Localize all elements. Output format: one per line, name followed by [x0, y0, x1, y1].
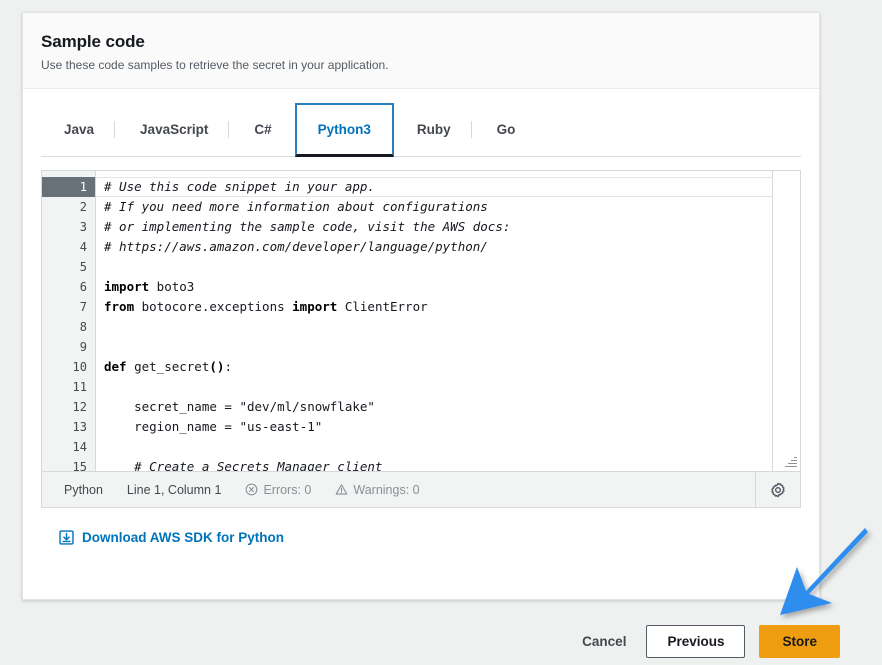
code-token: import	[292, 299, 338, 314]
resize-handle-icon[interactable]	[783, 455, 797, 469]
download-row: Download AWS SDK for Python	[41, 508, 801, 565]
code-token: ClientError	[337, 299, 428, 314]
code-editor-viewport[interactable]: 1 2 3 4 5 6 7 8 9 10 11 12 13 14 15 # Use this code sn…	[42, 171, 800, 471]
status-bar-left: Python Line 1, Column 1 Errors: 0 Warnin…	[42, 483, 755, 497]
code-token: # https://aws.amazon.com/developer/langu…	[104, 239, 488, 254]
tab-separator	[470, 121, 472, 138]
line-number: 1	[42, 177, 95, 197]
line-number: 8	[79, 320, 87, 334]
line-number-gutter: 1 2 3 4 5 6 7 8 9 10 11 12 13 14 15	[42, 171, 96, 471]
tab-separator	[114, 121, 116, 138]
code-line: # Use this code snippet in your app.	[96, 177, 800, 197]
code-token: boto3	[149, 279, 195, 294]
code-token: # Use this code snippet in your app.	[104, 179, 375, 194]
tab-python3[interactable]: Python3	[294, 103, 394, 157]
code-token: # or implementing the sample code, visit…	[104, 219, 511, 234]
line-number: 13	[72, 420, 87, 434]
editor-settings-button[interactable]	[755, 472, 800, 507]
code-line: import boto3	[96, 277, 800, 297]
code-token: secret_name =	[104, 399, 240, 414]
code-token: def	[104, 359, 127, 374]
line-number: 15	[72, 460, 87, 471]
tab-label: Go	[496, 122, 516, 137]
line-number: 6	[79, 280, 87, 294]
language-tabs: Java JavaScript C# Python3 Ruby Go	[41, 103, 801, 157]
download-sdk-link[interactable]: Download AWS SDK for Python	[59, 530, 284, 545]
tab-label: C#	[254, 122, 272, 137]
status-warnings-label: Warnings: 0	[353, 482, 420, 497]
vertical-scrollbar[interactable]	[772, 171, 800, 471]
line-number: 3	[79, 220, 87, 234]
code-token: "us-east-1"	[239, 419, 323, 434]
tab-label: Java	[64, 122, 95, 137]
code-line: # https://aws.amazon.com/developer/langu…	[96, 237, 800, 257]
status-warnings: Warnings: 0	[335, 482, 420, 497]
code-line: # Create a Secrets Manager client	[96, 457, 800, 471]
line-number: 7	[79, 300, 87, 314]
status-errors-label: Errors: 0	[263, 482, 312, 497]
line-number: 12	[72, 400, 87, 414]
code-token: region_name =	[104, 419, 240, 434]
cancel-button[interactable]: Cancel	[576, 626, 632, 657]
line-number: 2	[79, 200, 87, 214]
code-line: def get_secret():	[96, 357, 800, 377]
tab-separator	[228, 121, 230, 138]
code-text-area[interactable]: # Use this code snippet in your app. # If…	[96, 171, 800, 471]
gear-icon	[769, 481, 787, 499]
code-token: botocore.exceptions	[134, 299, 293, 314]
page-subtitle: Use these code samples to retrieve the s…	[41, 58, 389, 72]
code-token: import	[104, 279, 150, 294]
sample-code-card: Sample code Use these code samples to re…	[22, 12, 820, 600]
tab-c-[interactable]: C#	[231, 103, 294, 156]
code-token: # Create a Secrets Manager client	[104, 459, 383, 471]
code-line: from botocore.exceptions import ClientEr…	[96, 297, 800, 317]
line-number: 10	[72, 360, 87, 374]
line-number: 14	[72, 440, 87, 454]
tab-label: Ruby	[416, 122, 451, 137]
code-token: # If you need more information about con…	[104, 199, 488, 214]
card-body: Java JavaScript C# Python3 Ruby Go 1234567891…	[23, 89, 819, 565]
code-line: region_name = "us-east-1"	[96, 417, 800, 437]
tab-javascript[interactable]: JavaScript	[117, 103, 231, 156]
status-errors: Errors: 0	[245, 483, 311, 497]
line-number: 5	[79, 260, 87, 274]
code-editor: 1 2 3 4 5 6 7 8 9 10 11 12 13 14 15 # Use this code sn…	[41, 170, 801, 508]
line-number: 9	[79, 340, 87, 354]
tab-ruby[interactable]: Ruby	[394, 103, 474, 156]
tab-label: Python3	[317, 122, 371, 137]
page-title: Sample code	[41, 32, 145, 51]
code-line: # or implementing the sample code, visit…	[96, 217, 800, 237]
tab-go[interactable]: Go	[474, 103, 539, 156]
code-line: # If you need more information about con…	[96, 197, 800, 217]
code-token: get_secret	[126, 359, 210, 374]
download-sdk-label: Download AWS SDK for Python	[82, 530, 284, 545]
code-token: :	[224, 359, 232, 374]
code-token: "dev/ml/snowflake"	[239, 399, 375, 414]
previous-button[interactable]: Previous	[646, 624, 746, 658]
line-number: 4	[79, 240, 87, 254]
editor-status-bar: Python Line 1, Column 1 Errors: 0 Warnin…	[42, 471, 800, 507]
warning-triangle-icon	[335, 483, 348, 496]
wizard-footer: Cancel Previous Store	[0, 618, 882, 664]
tab-label: JavaScript	[140, 122, 209, 137]
status-cursor-position: Line 1, Column 1	[126, 482, 222, 497]
code-line: secret_name = "dev/ml/snowflake"	[96, 397, 800, 417]
card-header: Sample code Use these code samples to re…	[23, 13, 819, 89]
code-token: ()	[209, 359, 225, 374]
download-icon	[59, 530, 74, 545]
status-language: Python	[64, 482, 103, 497]
error-circle-icon	[245, 483, 258, 496]
line-number: 11	[72, 380, 87, 394]
code-token: from	[104, 299, 135, 314]
store-button[interactable]: Store	[759, 624, 840, 658]
tab-java[interactable]: Java	[41, 103, 117, 156]
